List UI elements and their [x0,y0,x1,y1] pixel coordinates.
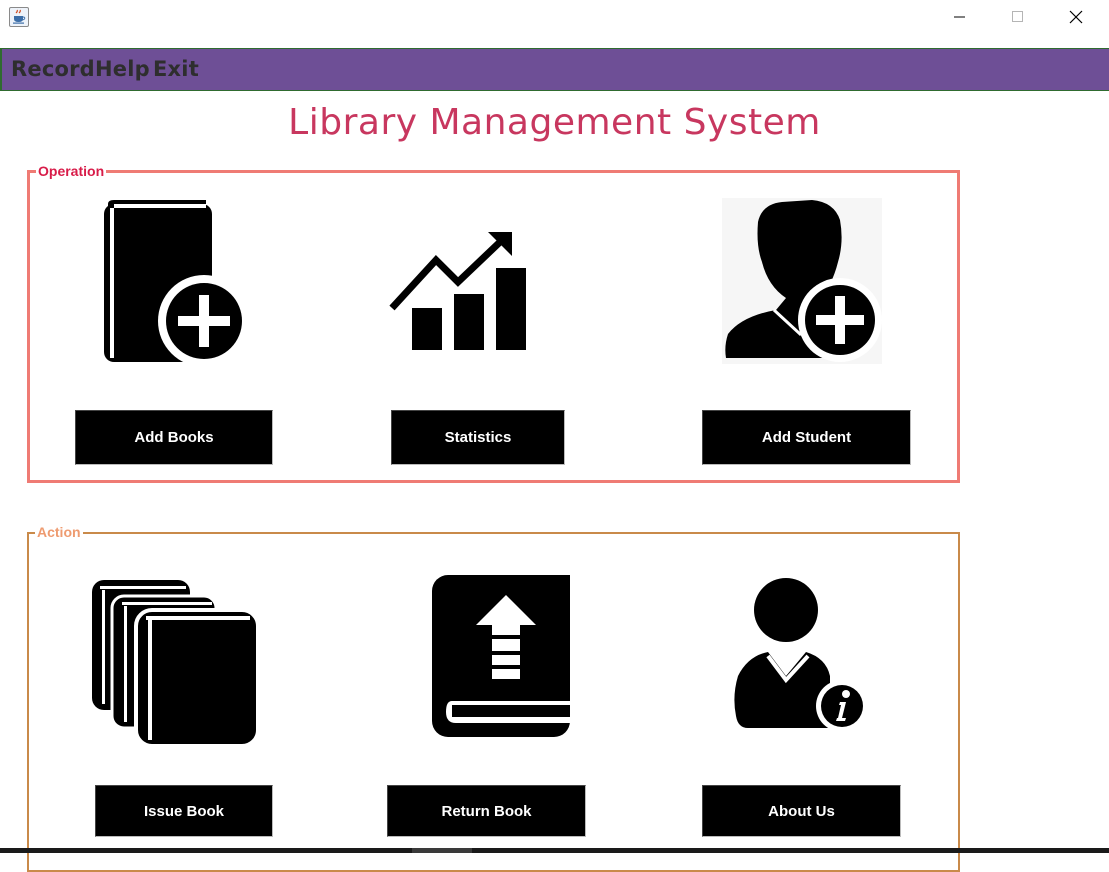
minimize-icon [954,16,965,18]
minimize-button[interactable] [931,0,989,34]
return-book-button[interactable]: Return Book [387,785,586,837]
action-legend: Action [35,524,83,540]
return-book-icon [432,575,570,737]
scroll-thumb[interactable] [412,848,472,853]
java-app-icon[interactable] [9,7,29,27]
maximize-icon [1012,11,1023,22]
page-title: Library Management System [288,102,821,143]
about-us-button[interactable]: About Us [702,785,901,837]
window-titlebar [0,0,1109,48]
maximize-button[interactable] [989,0,1047,34]
close-button[interactable] [1047,0,1105,34]
statistics-button[interactable]: Statistics [391,410,565,465]
statistics-icon [389,232,526,350]
menu-record[interactable]: Record [11,57,95,81]
menu-bar: Record Help Exit [0,48,1109,91]
close-icon [1069,10,1083,24]
add-student-button[interactable]: Add Student [702,410,911,465]
operation-legend: Operation [36,163,107,179]
about-us-icon [734,578,868,732]
add-books-button[interactable]: Add Books [75,410,273,465]
menu-help[interactable]: Help [95,57,150,81]
bottom-edge [0,848,1109,853]
add-book-icon [104,200,248,366]
add-student-icon [722,198,882,364]
issue-book-icon [92,580,260,748]
issue-book-button[interactable]: Issue Book [95,785,273,837]
menu-exit[interactable]: Exit [153,57,199,81]
